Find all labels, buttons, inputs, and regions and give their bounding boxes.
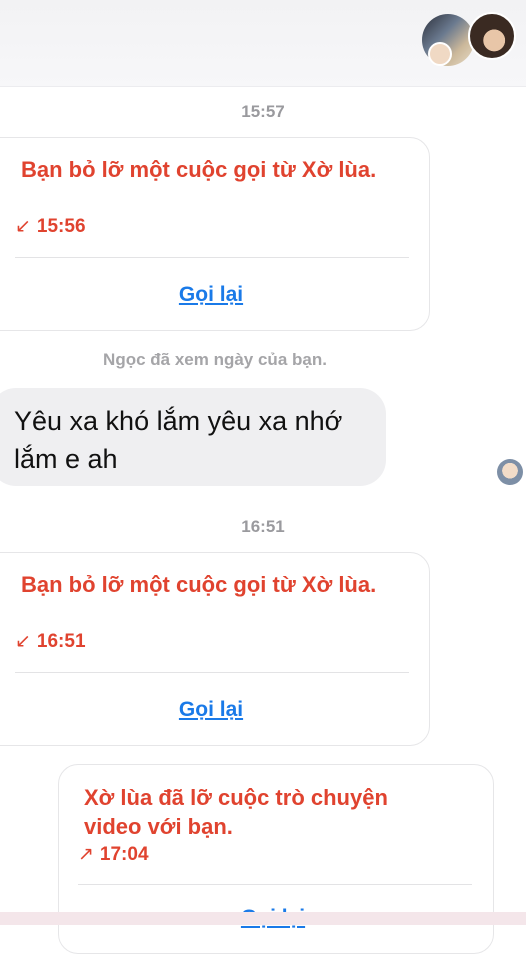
missed-call-arrow-icon: ↙ bbox=[15, 631, 31, 652]
seen-status: Ngọc đã xem ngày của bạn. bbox=[103, 350, 327, 369]
call-back-button[interactable]: Gọi lại bbox=[100, 698, 322, 722]
call-back-button[interactable]: Gọi lại bbox=[100, 283, 322, 307]
outgoing-call-arrow-icon: ↗ bbox=[78, 844, 94, 865]
call-time: ↙ 16:51 bbox=[15, 630, 86, 653]
message-text: Yêu xa khó lắm yêu xa nhớ lắm e ah bbox=[14, 406, 343, 474]
divider bbox=[15, 257, 409, 258]
composer-edge bbox=[0, 912, 526, 925]
call-time: ↙ 15:56 bbox=[15, 215, 86, 238]
missed-call-title: Xờ lùa đã lỡ cuộc trò chuyện video với b… bbox=[84, 785, 388, 839]
timestamp: 15:57 bbox=[241, 102, 285, 121]
divider bbox=[15, 672, 409, 673]
avatar bbox=[468, 12, 516, 60]
avatar bbox=[422, 14, 474, 66]
call-time: ↗ 17:04 bbox=[78, 843, 149, 866]
divider bbox=[78, 884, 472, 885]
conversation-header bbox=[0, 0, 526, 87]
call-time-value: 17:04 bbox=[99, 844, 149, 865]
group-avatar[interactable] bbox=[418, 10, 516, 74]
missed-call-title: Bạn bỏ lỡ một cuộc gọi từ Xờ lùa. bbox=[21, 157, 377, 182]
missed-call-title: Bạn bỏ lỡ một cuộc gọi từ Xờ lùa. bbox=[21, 572, 377, 597]
call-time-value: 16:51 bbox=[36, 631, 86, 652]
timestamp: 16:51 bbox=[241, 517, 285, 536]
call-time-value: 15:56 bbox=[36, 216, 86, 237]
read-receipt-avatar bbox=[497, 459, 523, 485]
missed-call-arrow-icon: ↙ bbox=[15, 216, 31, 237]
